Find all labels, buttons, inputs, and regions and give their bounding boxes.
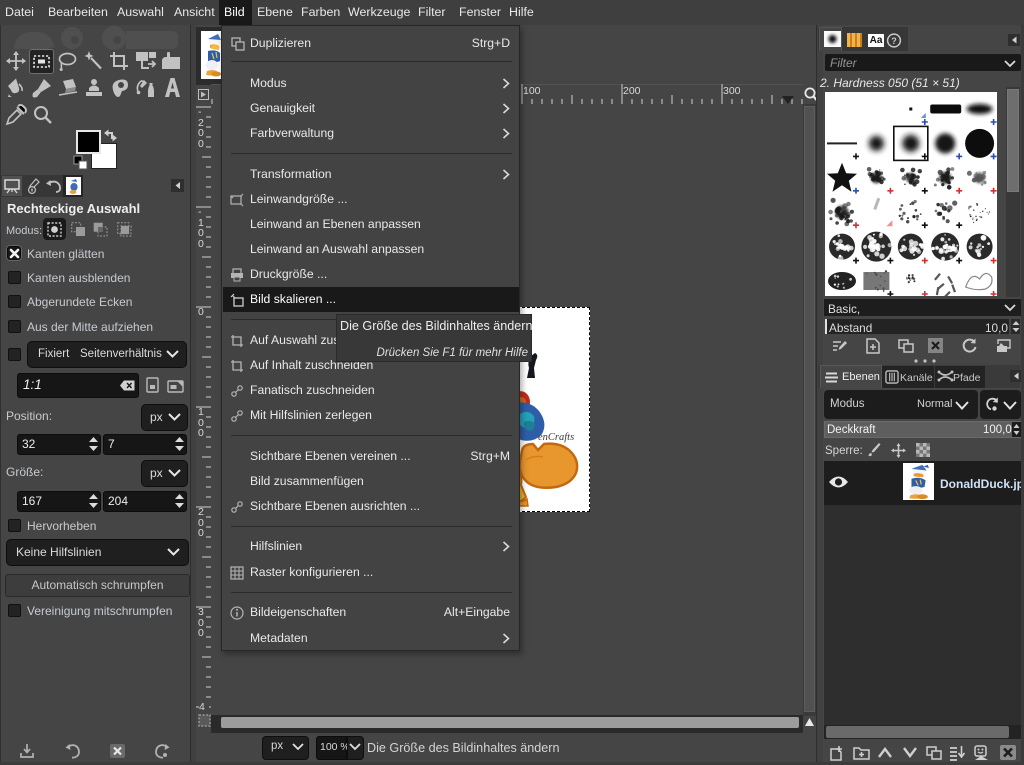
svg-text:enCrafts: enCrafts — [538, 432, 574, 443]
svg-text:?: ? — [891, 36, 897, 46]
